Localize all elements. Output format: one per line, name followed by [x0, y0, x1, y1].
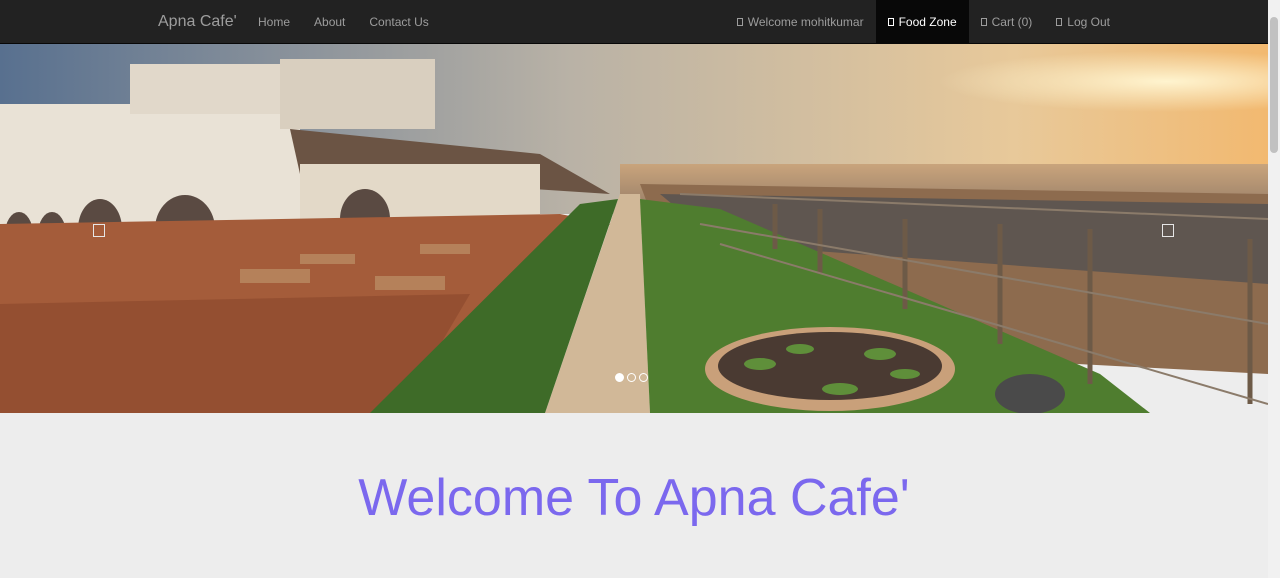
user-icon	[736, 17, 743, 26]
logout-icon	[1056, 17, 1063, 26]
nav-welcome-user-link[interactable]: Welcome mohitkumar	[725, 0, 876, 43]
nav-cart-label: Cart (0)	[991, 14, 1033, 29]
hero-carousel[interactable]	[0, 44, 1268, 413]
food-icon	[887, 17, 894, 26]
carousel-prev-icon[interactable]	[93, 224, 105, 237]
carousel-next-icon[interactable]	[1162, 224, 1174, 237]
nav-logout-label: Log Out	[1067, 14, 1110, 29]
nav-food-zone-label: Food Zone	[898, 14, 957, 29]
nav-left-group: Home About Contact Us	[246, 0, 441, 43]
nav-right-group: Welcome mohitkumar Food Zone Cart (0) Lo…	[725, 0, 1122, 43]
nav-about-link[interactable]: About	[302, 0, 357, 43]
top-navbar: Apna Cafe' Home About Contact Us Welcome…	[0, 0, 1268, 44]
brand-link[interactable]: Apna Cafe'	[158, 0, 237, 43]
nav-cart-link[interactable]: Cart (0)	[969, 0, 1045, 43]
nav-home-link[interactable]: Home	[246, 0, 302, 43]
cart-icon	[980, 17, 987, 26]
carousel-indicator-1[interactable]	[615, 373, 624, 382]
page-scrollbar[interactable]	[1268, 0, 1280, 578]
carousel-indicator-3[interactable]	[639, 373, 648, 382]
carousel-indicator-2[interactable]	[627, 373, 636, 382]
carousel-indicators	[615, 373, 648, 382]
scrollbar-thumb[interactable]	[1270, 17, 1278, 153]
nav-logout-link[interactable]: Log Out	[1044, 0, 1122, 43]
welcome-heading: Welcome To Apna Cafe'	[358, 469, 910, 527]
nav-contact-link[interactable]: Contact Us	[357, 0, 440, 43]
nav-food-zone-link[interactable]: Food Zone	[875, 0, 969, 43]
nav-welcome-user-label: Welcome mohitkumar	[747, 14, 864, 29]
hero-slide-image	[0, 44, 1268, 413]
